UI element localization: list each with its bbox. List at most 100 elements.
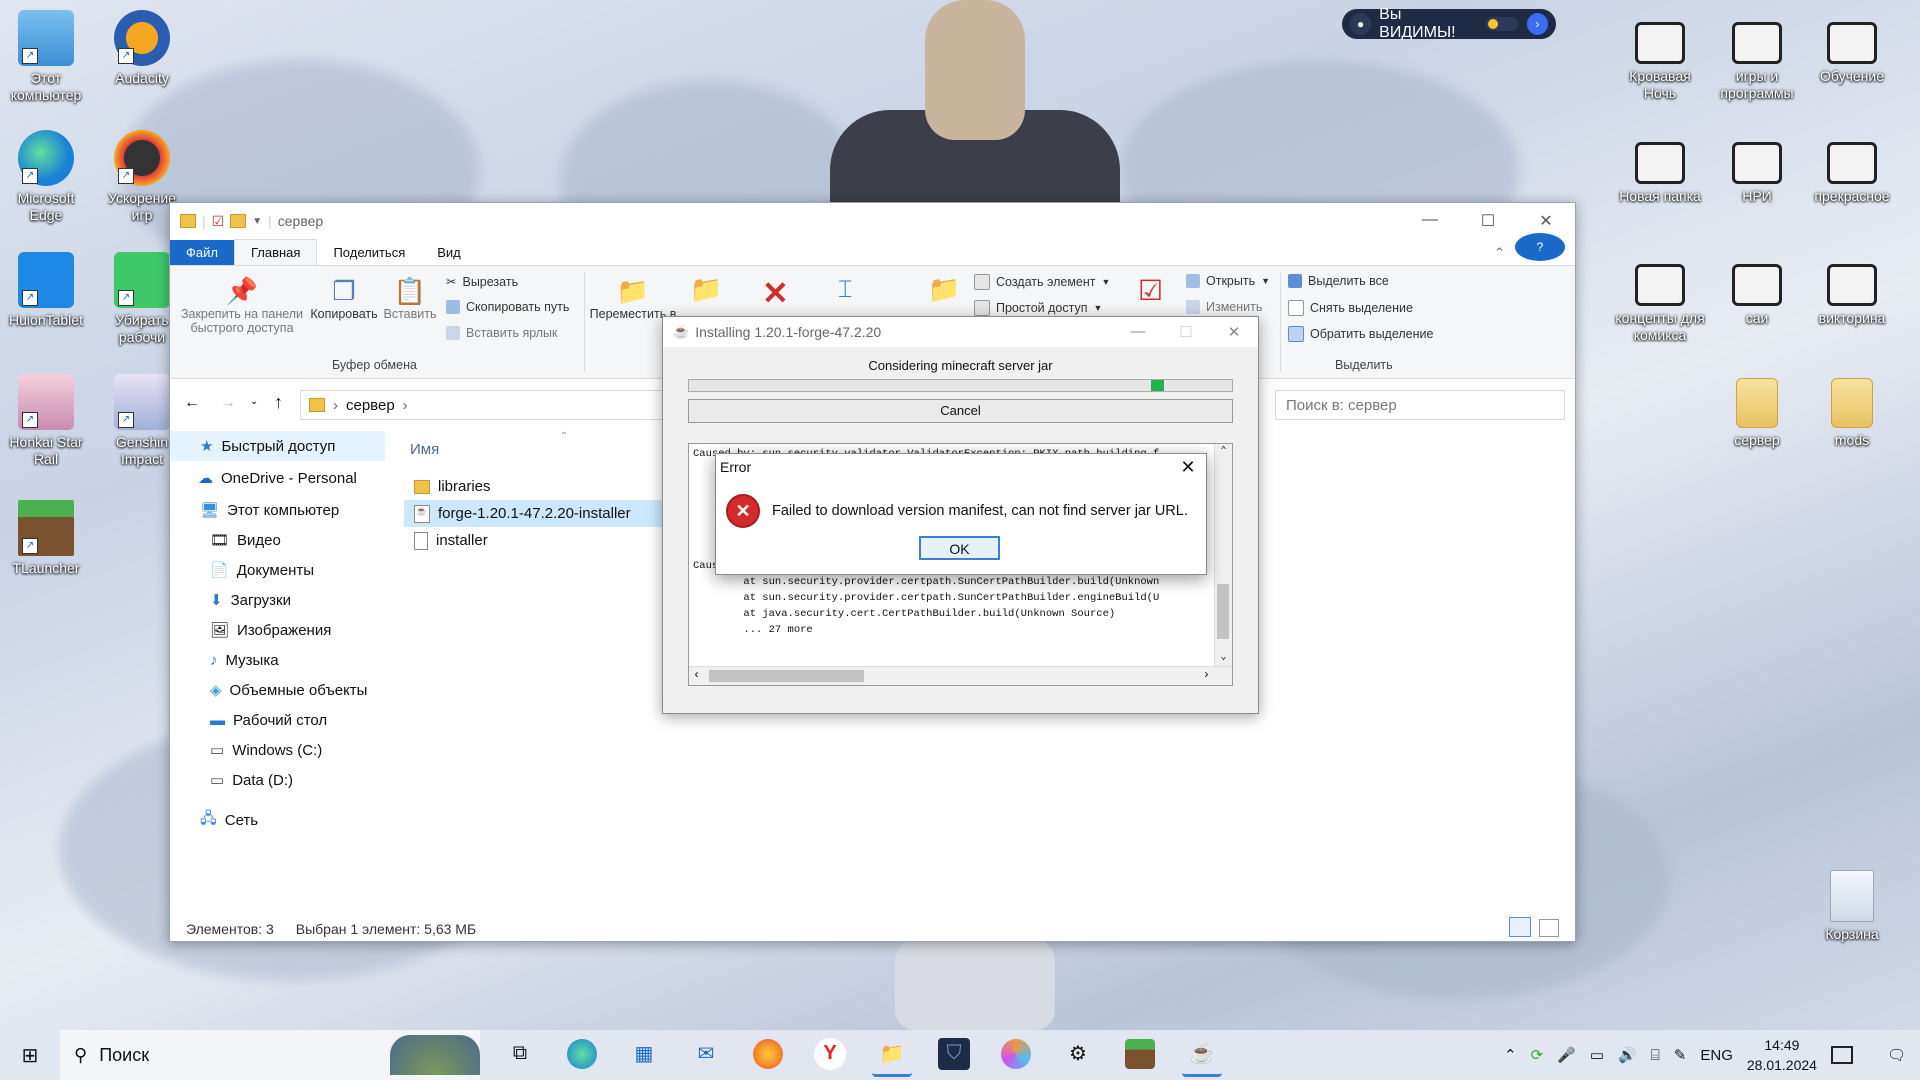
cancel-button[interactable]: Cancel (688, 399, 1233, 423)
close-icon[interactable]: ✕ (1170, 457, 1206, 478)
tab-share[interactable]: Поделиться (317, 240, 421, 265)
volume-icon[interactable]: 🔊 (1618, 1046, 1637, 1064)
explorer-titlebar[interactable]: | ☑ ▼ | сервер — ☐ ✕ (170, 203, 1575, 239)
nav-item-this-pc[interactable]: 🖥 Этот компьютер (170, 495, 385, 525)
desktop-folder-sai[interactable]: саи (1711, 252, 1803, 327)
details-view-icon[interactable] (1509, 917, 1531, 937)
desktop-icon-audacity[interactable]: ↗ Audacity (96, 10, 188, 87)
start-button[interactable]: ⊞ (0, 1030, 60, 1080)
back-arrow-icon[interactable]: ← (184, 394, 200, 412)
desktop-folder-server[interactable]: сервер (1711, 378, 1803, 449)
clock[interactable]: 14:49 28.01.2024 (1747, 1035, 1817, 1075)
forward-arrow-icon[interactable]: → (220, 394, 236, 412)
minecraft-icon[interactable] (1125, 1038, 1155, 1069)
desktop-recycle-bin[interactable]: Корзина (1806, 870, 1898, 943)
desktop-icon-edge[interactable]: ↗ Microsoft Edge (0, 130, 92, 224)
edit-button[interactable]: Изменить (1186, 300, 1262, 314)
nav-item-video[interactable]: 🎞 Видео (170, 525, 385, 555)
collapse-ribbon-icon[interactable]: ⌃ (1488, 241, 1511, 265)
desktop-folder-obuchenie[interactable]: Обучение (1806, 10, 1898, 85)
desktop-icon-huion[interactable]: ↗ HuionTablet (0, 252, 92, 329)
chevron-up-icon[interactable]: ⌃ (1504, 1046, 1517, 1064)
maximize-button[interactable]: ☐ (1459, 211, 1517, 231)
settings-icon[interactable]: ⚙ (1058, 1034, 1098, 1074)
copy-button[interactable]: ❐ Копировать (308, 276, 380, 321)
scroll-up-icon[interactable]: ⌃ (1215, 444, 1232, 460)
error-titlebar[interactable]: Error ✕ (716, 454, 1206, 480)
help-icon[interactable]: ? (1511, 229, 1575, 265)
pin-button[interactable]: 📌 Закрепить на панели быстрого доступа (176, 276, 308, 335)
file-row[interactable]: ☕ forge-1.20.1-47.2.20-installer (404, 500, 664, 527)
paste-button[interactable]: 📋 Вставить (380, 276, 440, 321)
vk-visibility-banner[interactable]: ● Вы ВИДИМЫ! › (1342, 6, 1556, 41)
vertical-scrollbar[interactable]: ⌃ ⌄ (1214, 444, 1232, 666)
delete-icon[interactable]: ✕ (762, 274, 789, 312)
properties-icon[interactable]: ☑ (212, 213, 225, 230)
select-all-button[interactable]: Выделить все (1288, 274, 1389, 288)
pen-icon[interactable]: ✎ (1674, 1046, 1687, 1064)
open-button[interactable]: Открыть ▼ (1186, 274, 1270, 288)
nav-item-3d-objects[interactable]: ◈ Объемные объекты (170, 675, 385, 705)
scroll-thumb[interactable] (709, 670, 864, 682)
scroll-thumb[interactable] (1217, 584, 1229, 639)
tab-home[interactable]: Главная (233, 239, 318, 265)
maximize-button[interactable]: ☐ (1162, 323, 1210, 341)
shield-icon[interactable]: ⛉ (938, 1037, 970, 1070)
file-row[interactable]: installer (404, 527, 664, 554)
new-item-button[interactable]: Создать элемент ▼ (974, 274, 1110, 290)
nav-item-onedrive[interactable]: ☁ OneDrive - Personal (170, 463, 385, 493)
nav-item-downloads[interactable]: ⬇ Загрузки (170, 585, 385, 615)
desktop-folder-koncepty[interactable]: концепты для комикса (1614, 252, 1706, 344)
desktop-folder-novaya-papka[interactable]: Новая папка (1614, 130, 1706, 205)
invert-selection-button[interactable]: Обратить выделение (1288, 326, 1433, 342)
folder-icon[interactable] (180, 214, 196, 228)
mail-icon[interactable]: ✉ (686, 1034, 726, 1074)
close-button[interactable]: ✕ (1517, 211, 1575, 231)
java-icon[interactable]: ☕ (1182, 1034, 1222, 1077)
desktop-folder-mods[interactable]: mods (1806, 378, 1898, 449)
nav-item-desktop[interactable]: ▬ Рабочий стол (170, 705, 385, 735)
scroll-down-icon[interactable]: ⌄ (1215, 650, 1232, 666)
tab-view[interactable]: Вид (421, 240, 477, 265)
task-view-icon[interactable]: ⧉ (500, 1034, 540, 1074)
desktop-icon-this-pc[interactable]: ↗ Этот компьютер (0, 10, 92, 104)
desktop-folder-nri[interactable]: НРИ (1711, 130, 1803, 205)
chevron-down-icon[interactable]: ▼ (252, 216, 262, 227)
file-explorer-icon[interactable]: 📁 (872, 1034, 912, 1077)
desktop-folder-igry[interactable]: игры и программы (1711, 10, 1803, 102)
move-to-button[interactable]: 📁 Переместить в (588, 276, 678, 321)
arrow-right-icon[interactable]: › (1526, 13, 1548, 35)
installer-titlebar[interactable]: ☕ Installing 1.20.1-forge-47.2.20 — ☐ ✕ (663, 317, 1258, 347)
desktop-folder-viktorina[interactable]: викторина (1806, 252, 1898, 327)
nav-item-drive-d[interactable]: ▭ Data (D:) (170, 765, 385, 795)
notifications-off-icon[interactable] (1830, 1046, 1853, 1064)
up-arrow-icon[interactable]: ↑ (274, 392, 283, 413)
store-icon[interactable]: ▦ (624, 1034, 664, 1074)
error-dialog[interactable]: Error ✕ ✕ Failed to download version man… (715, 453, 1207, 575)
nav-item-music[interactable]: ♪ Музыка (170, 645, 385, 675)
minimize-button[interactable]: — (1401, 211, 1459, 231)
easy-access-button[interactable]: Простой доступ ▼ (974, 300, 1102, 316)
paint-app-icon[interactable] (1001, 1038, 1031, 1069)
select-none-button[interactable]: Снять выделение (1288, 300, 1413, 316)
edge-icon[interactable] (567, 1038, 597, 1069)
close-button[interactable]: ✕ (1210, 323, 1258, 341)
language-indicator[interactable]: ENG (1700, 1047, 1733, 1064)
nav-item-images[interactable]: 🖼 Изображения (170, 615, 385, 645)
desktop-icon-honkai[interactable]: ↗ Honkai Star Rail (0, 374, 92, 468)
tiles-view-icon[interactable] (1539, 919, 1559, 937)
ok-button[interactable]: OK (919, 536, 1000, 560)
recent-chevron-icon[interactable]: ⌄ (250, 396, 258, 407)
firefox-icon[interactable] (753, 1038, 783, 1069)
copy-to-icon[interactable]: 📁 (690, 274, 722, 305)
breadcrumb[interactable]: сервер (346, 397, 395, 414)
column-header-name[interactable]: Имя (410, 441, 439, 458)
yandex-icon[interactable]: Y (814, 1037, 846, 1070)
camera-icon[interactable]: ⌸ (1651, 1047, 1660, 1064)
visibility-toggle[interactable] (1486, 17, 1519, 31)
desktop-folder-krovavaya-noch[interactable]: Кровавая Ночь (1614, 10, 1706, 102)
horizontal-scrollbar[interactable]: ‹ › (689, 666, 1232, 685)
nav-item-documents[interactable]: 📄 Документы (170, 555, 385, 585)
taskbar-search[interactable]: ⚲ Поиск (60, 1030, 480, 1080)
nav-item-drive-c[interactable]: ▭ Windows (C:) (170, 735, 385, 765)
